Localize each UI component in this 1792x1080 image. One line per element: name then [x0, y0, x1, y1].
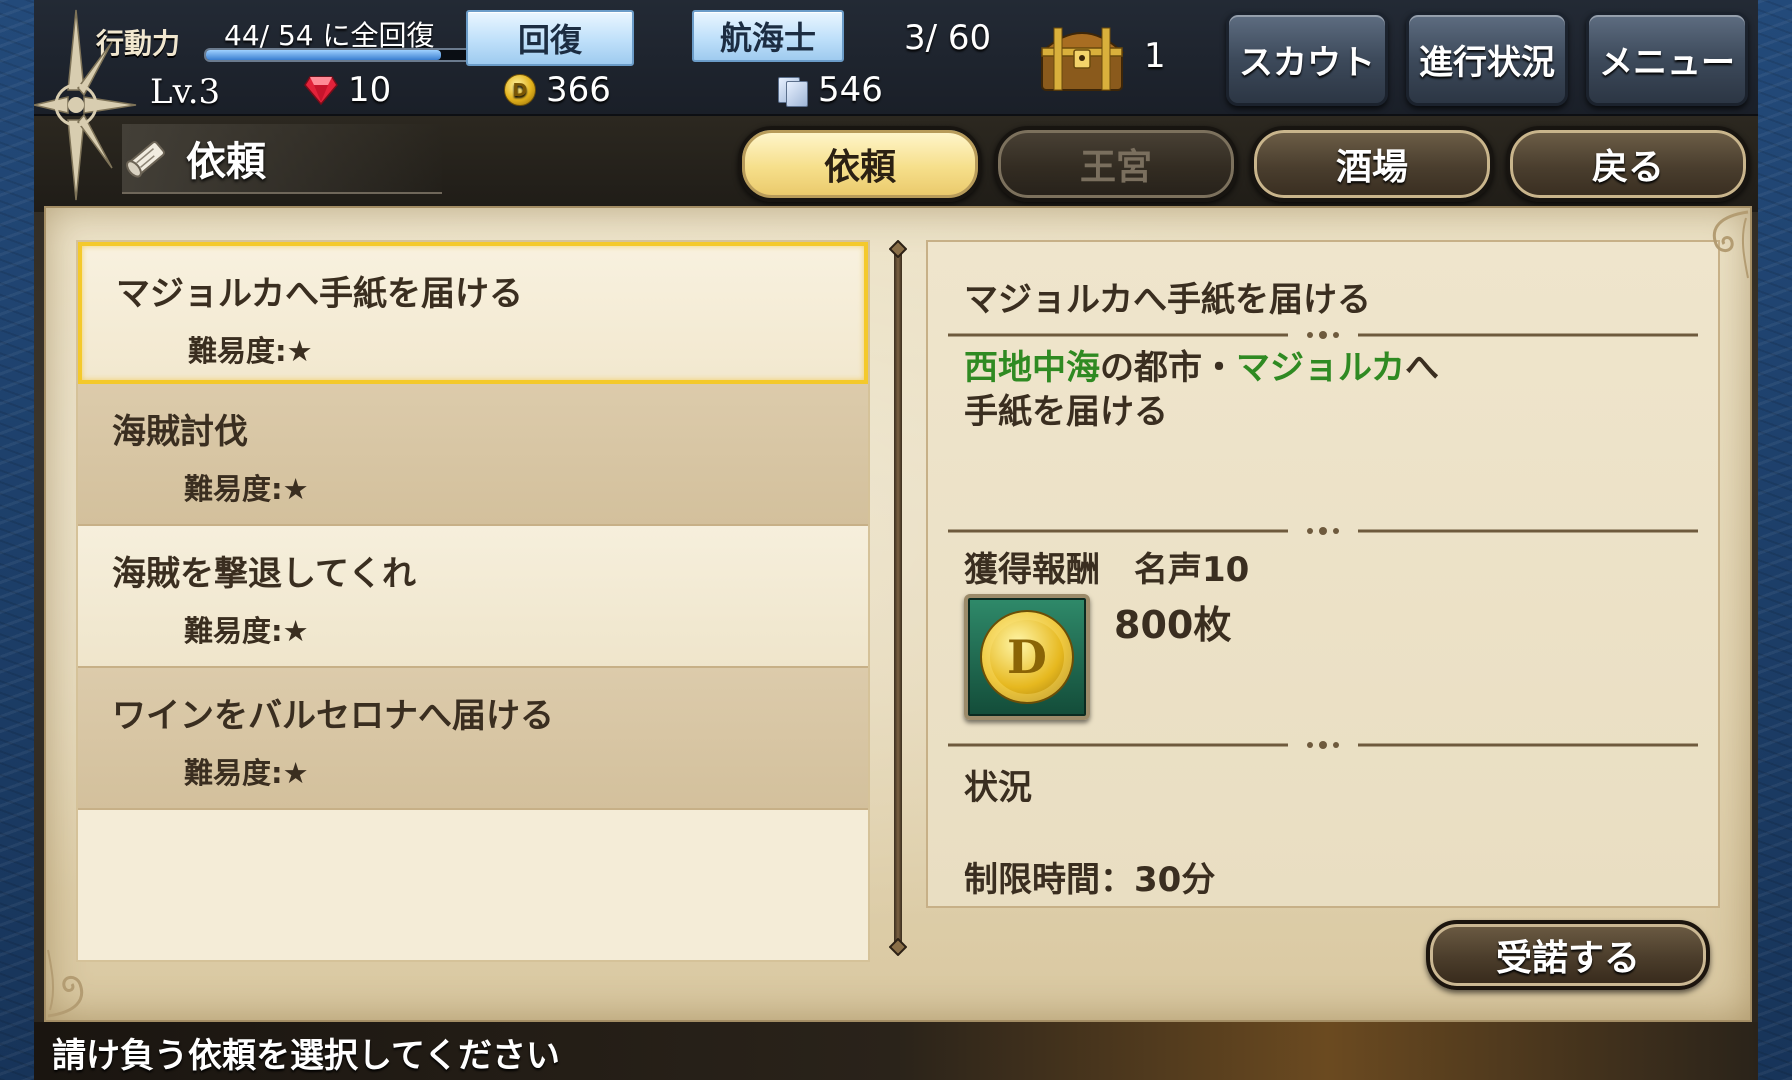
gold-coin-icon: D [980, 610, 1074, 704]
page-title-text: 依頼 [186, 139, 266, 185]
scrollbar-top-cap-icon [889, 240, 907, 258]
description-text: 手紙を届ける [964, 392, 1168, 432]
section-header: 依頼 依頼 王宮 酒場 戻る [34, 116, 1758, 212]
quest-list-item-1[interactable]: マジョルカへ手紙を届ける 難易度:★ [78, 242, 868, 384]
quest-detail: マジョルカへ手紙を届ける 西地中海の都市・マジョルカへ 手紙を届ける 獲得報酬 … [926, 240, 1720, 908]
ornament-divider [948, 331, 1698, 339]
quest-difficulty: 難易度:★ [188, 334, 313, 368]
divider [78, 808, 868, 810]
treasure-chest-icon[interactable] [1036, 20, 1128, 94]
quest-list: マジョルカへ手紙を届ける 難易度:★ 海賊討伐 難易度:★ 海賊を撃退してくれ … [76, 240, 870, 962]
quest-list-item-2[interactable]: 海賊討伐 難易度:★ [78, 384, 868, 526]
chest-count: 1 [1144, 36, 1166, 76]
reward-label: 獲得報酬 名声10 [964, 550, 1250, 590]
game-screen: 行動力 44/ 54 に全回復 回復 航海士 3/ 60 Lv.3 10 D 3… [34, 0, 1758, 1080]
tab-back[interactable]: 戻る [1506, 126, 1750, 202]
scrollbar-rail [894, 250, 902, 946]
tab-tavern[interactable]: 酒場 [1250, 126, 1494, 202]
quest-title: ワインをバルセロナへ届ける [112, 696, 554, 736]
gem-counter: 10 [304, 70, 391, 110]
page-title: 依頼 [122, 124, 442, 194]
corner-flourish-icon [1713, 210, 1749, 279]
scrollbar-bottom-cap-icon [889, 938, 907, 956]
captain-count: 3/ 60 [904, 18, 992, 58]
description-city: マジョルカ [1236, 348, 1405, 388]
ornament-divider [948, 741, 1698, 749]
gem-count: 10 [348, 70, 392, 110]
quest-list-item-3[interactable]: 海賊を撃退してくれ 難易度:★ [78, 526, 868, 668]
reward-item[interactable]: D [964, 594, 1090, 720]
card-count: 546 [818, 70, 883, 110]
card-icon [778, 75, 808, 107]
quest-board: マジョルカへ手紙を届ける 難易度:★ 海賊討伐 難易度:★ 海賊を撃退してくれ … [44, 206, 1752, 1022]
gem-icon [304, 76, 338, 105]
coin-icon: D [504, 74, 536, 106]
status-label: 状況 [964, 768, 1032, 808]
time-limit: 制限時間：30分 [964, 860, 1216, 900]
hint-bar: 請け負う依頼を選択してください [34, 1022, 1758, 1080]
quest-title: 海賊討伐 [112, 412, 248, 452]
description-place: 西地中海 [964, 348, 1100, 388]
action-points-fill [206, 50, 441, 60]
quest-title: マジョルカへ手紙を届ける [116, 274, 523, 314]
quest-list-scrollbar[interactable] [889, 240, 907, 956]
scout-button[interactable]: スカウト [1226, 12, 1388, 106]
tab-quests[interactable]: 依頼 [738, 126, 982, 202]
action-points-bar [204, 48, 498, 62]
gold-counter: D 366 [504, 70, 611, 110]
compass-ornament-icon [34, 9, 137, 201]
corner-flourish-icon [47, 949, 83, 1018]
description-text: の都市・ [1100, 348, 1236, 388]
quest-difficulty: 難易度:★ [184, 614, 309, 648]
reward-amount: 800枚 [1114, 603, 1232, 647]
gold-count: 366 [546, 70, 611, 110]
ornament-divider [948, 527, 1698, 535]
hint-text: 請け負う依頼を選択してください [52, 1036, 560, 1076]
quest-title: 海賊を撃退してくれ [112, 554, 416, 594]
progress-button[interactable]: 進行状況 [1406, 12, 1568, 106]
detail-description: 西地中海の都市・マジョルカへ 手紙を届ける [964, 346, 1439, 434]
quest-list-item-4[interactable]: ワインをバルセロナへ届ける 難易度:★ [78, 668, 868, 810]
recover-button[interactable]: 回復 [466, 10, 634, 66]
quest-difficulty: 難易度:★ [184, 756, 309, 790]
detail-title: マジョルカへ手紙を届ける [964, 280, 1371, 320]
accept-button[interactable]: 受諾する [1426, 920, 1710, 990]
rank-badge[interactable]: 航海士 [692, 10, 844, 62]
tab-palace[interactable]: 王宮 [994, 126, 1238, 202]
description-text: へ [1404, 348, 1439, 388]
card-counter: 546 [778, 70, 883, 110]
status-bar: 行動力 44/ 54 に全回復 回復 航海士 3/ 60 Lv.3 10 D 3… [34, 0, 1758, 116]
player-level: Lv.3 [150, 72, 221, 112]
quest-difficulty: 難易度:★ [184, 472, 309, 506]
menu-button[interactable]: メニュー [1586, 12, 1748, 106]
